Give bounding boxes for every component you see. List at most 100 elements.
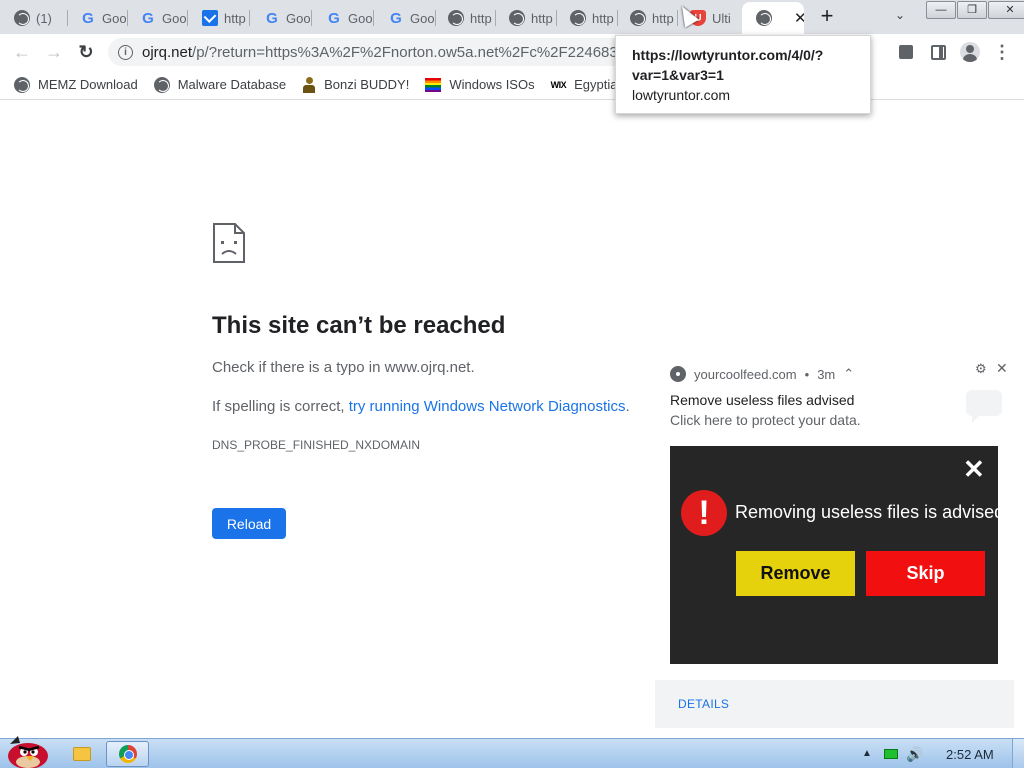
diagnostics-link[interactable]: try running Windows Network Diagnostics [349,398,626,415]
chrome-icon [670,366,686,382]
tab-title: Ulti [712,10,731,26]
tab[interactable]: http [495,2,557,34]
new-tab-button[interactable]: + [816,5,838,28]
tab[interactable]: G Goo [126,2,188,34]
tab[interactable]: G Goo [250,2,312,34]
back-button[interactable]: ← [11,41,33,63]
network-icon[interactable] [884,749,898,759]
globe-icon [14,76,30,93]
tab-title: Goo [162,10,187,26]
bookmark-label: Bonzi BUDDY! [324,77,410,92]
exclamation-icon: ! [681,490,727,536]
bookmark-windows-isos[interactable]: Windows ISOs [425,77,535,92]
explorer-taskbar-button[interactable] [70,741,94,767]
gear-icon[interactable]: ⚙ [975,361,987,377]
error-code: DNS_PROBE_FINISHED_NXDOMAIN [212,438,421,452]
tray-expand-icon[interactable]: ▲ [862,748,872,759]
google-icon: G [328,9,340,27]
bonzi-icon [302,76,316,93]
tab[interactable]: http [616,2,678,34]
error-hint-diagnostics: If spelling is correct, try running Wind… [212,398,630,415]
tab[interactable]: G Goo [66,2,128,34]
url-host: ojrq.net [142,43,193,61]
tab-title: http [470,10,492,26]
tab-active[interactable]: ✕ [742,2,804,34]
globe-icon [448,10,464,26]
tab-title: Goo [286,10,311,26]
bookmark-label: Windows ISOs [449,77,535,92]
tab-title: Goo [348,10,373,26]
tab[interactable]: G Goo [312,2,374,34]
notification-details-bar: DETAILS [655,680,1014,728]
chrome-taskbar-button[interactable] [106,741,149,767]
error-hint-prefix: If spelling is correct, [212,398,349,415]
notification-source: yourcoolfeed.com [694,366,797,382]
notification-image[interactable]: ✕ ! Removing useless files is advised Re… [670,446,1004,664]
puzzle-icon [899,45,913,59]
tab-title: http [224,10,246,26]
sad-page-icon [213,223,245,263]
clock[interactable]: 2:52 AM [946,747,994,762]
notification-header: yourcoolfeed.com • 3m ⌃ [670,366,854,382]
forward-button[interactable]: → [43,41,65,63]
tab-title: http [592,10,614,26]
bookmark-bonzi[interactable]: Bonzi BUDDY! [302,76,410,93]
globe-icon [14,10,30,26]
reload-button[interactable]: ↻ [75,41,97,63]
close-window-button[interactable]: ✕ [988,1,1024,19]
volume-icon[interactable]: 🔊 [906,746,923,763]
image-remove-button: Remove [736,551,855,596]
rainbow-flag-icon [425,77,442,92]
notification-age: 3m [817,366,836,382]
error-hint-typo: Check if there is a typo in www.ojrq.net… [212,359,475,376]
chrome-icon [118,745,137,763]
error-hint-suffix: . [625,398,630,415]
folder-icon [73,747,91,761]
tab[interactable]: (1) [0,2,68,34]
minimize-button[interactable]: — [926,1,956,19]
info-icon[interactable]: i [118,44,133,60]
menu-button[interactable]: ⋮ [992,42,1012,62]
blue-check-icon [202,10,218,26]
globe-icon [570,10,586,26]
notification-title[interactable]: Remove useless files advised [670,392,854,408]
extensions-button[interactable] [896,42,916,62]
tab-strip: (1) G Goo G Goo http G Goo G Goo G Goo http h… [0,0,1024,34]
reload-page-button[interactable]: Reload [212,508,286,539]
globe-icon [756,10,772,26]
globe-icon [509,10,525,26]
google-icon: G [142,9,154,27]
tab[interactable]: G Goo [374,2,436,34]
url-path: /p/?return=https%3A%2F%2Fnorton.ow5a.net… [192,43,618,61]
google-icon: G [390,9,402,27]
tab[interactable]: http [556,2,618,34]
chevron-up-icon[interactable]: ⌃ [843,366,854,382]
bookmark-egyptian[interactable]: WIX Egyptian [551,77,625,92]
avatar [960,42,980,62]
side-panel-button[interactable] [928,42,948,62]
google-icon: G [82,9,94,27]
globe-icon [153,76,170,93]
profile-button[interactable] [960,42,980,62]
tab-title: (1) [36,10,52,26]
image-message: Removing useless files is advised [735,502,1005,522]
close-notification-icon[interactable]: ✕ [996,360,1008,377]
bookmark-malware-database[interactable]: Malware Database [153,76,286,93]
tab-title: Goo [410,10,435,26]
tab[interactable]: http [434,2,496,34]
notification-body[interactable]: Click here to protect your data. [670,412,861,428]
details-button[interactable]: DETAILS [678,697,729,711]
globe-icon [630,10,646,26]
tab-title: http [652,10,674,26]
error-title: This site can’t be reached [212,312,506,339]
tab[interactable]: http [188,2,250,34]
bookmark-memz[interactable]: MEMZ Download [14,76,138,93]
google-icon: G [266,9,278,27]
angry-bird-start-icon[interactable] [4,734,50,768]
show-desktop-button[interactable] [1012,739,1024,768]
close-tab-icon[interactable]: ✕ [794,9,804,27]
restore-button[interactable]: ❐ [957,1,987,19]
message-bubble-icon [966,390,1002,423]
tab-search-icon[interactable]: ⌄ [895,8,905,22]
tooltip-url-line2: var=1&var3=1 [632,67,724,83]
